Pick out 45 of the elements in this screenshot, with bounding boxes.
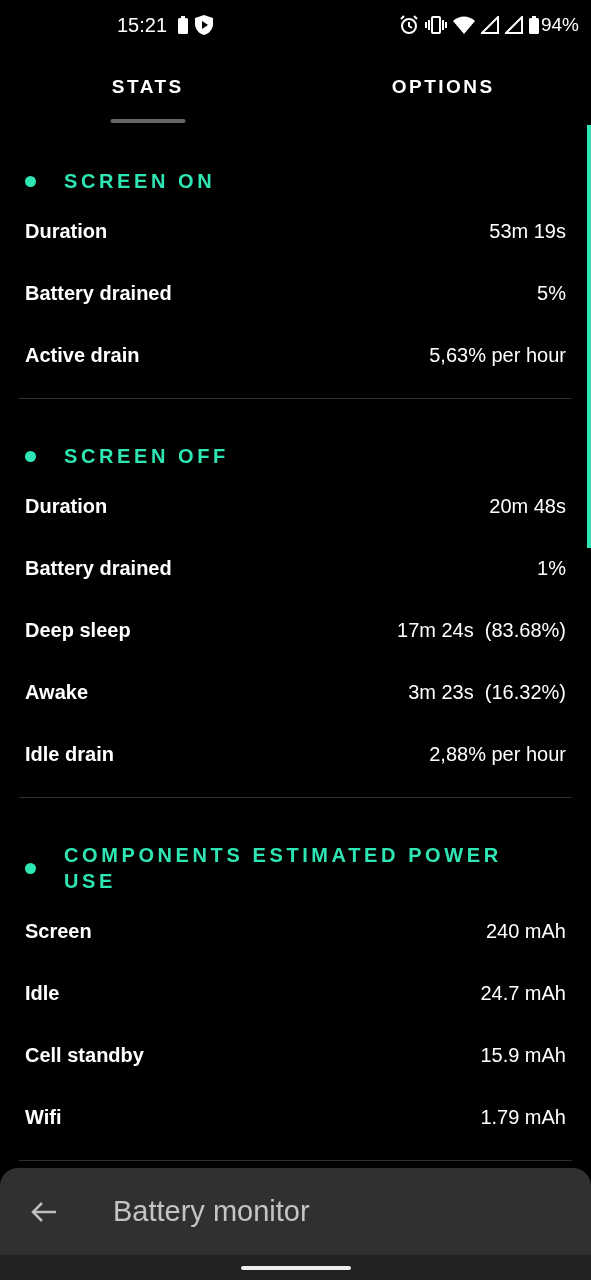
section-heading: SCREEN OFF xyxy=(64,444,229,469)
vibrate-icon xyxy=(424,16,447,34)
bullet-dot xyxy=(25,450,36,462)
back-button[interactable] xyxy=(30,1200,58,1223)
stat-value: 3m 23s (16.32%) xyxy=(408,680,566,704)
stat-label: Deep sleep xyxy=(25,618,131,642)
shield-icon xyxy=(195,15,214,35)
stat-value: 17m 24s (83.68%) xyxy=(397,618,566,642)
stat-label: Screen xyxy=(25,919,92,943)
status-time: 15:21 xyxy=(117,13,168,37)
stat-label: Active drain xyxy=(25,343,140,367)
wifi-icon xyxy=(452,16,475,34)
stat-label: Idle xyxy=(25,981,60,1005)
tab[interactable]: OPTIONS xyxy=(295,50,591,125)
stat-value: 1% xyxy=(537,556,566,580)
alarm-icon xyxy=(398,15,419,35)
stat-label: Cell standby xyxy=(25,1043,144,1067)
signal-icon xyxy=(504,16,523,34)
bullet-dot xyxy=(25,862,36,874)
stat-value: 5% xyxy=(537,281,566,305)
stat-value: 53m 19s xyxy=(489,219,566,243)
section-heading: SCREEN ON xyxy=(64,169,216,194)
section-heading: COMPONENTS ESTIMATED POWER USE xyxy=(64,843,503,894)
signal-icon xyxy=(480,16,499,34)
stat-value: 5,63% per hour xyxy=(429,343,566,367)
tab[interactable]: STATS xyxy=(0,50,296,125)
battery-icon xyxy=(528,16,539,34)
stat-label: Battery drained xyxy=(25,556,172,580)
stat-value: 240 mAh xyxy=(485,919,566,943)
battery-icon xyxy=(178,16,189,34)
home-handle[interactable] xyxy=(240,1265,351,1270)
stat-value: 2,88% per hour xyxy=(429,742,566,766)
stat-value: 1.79 mAh xyxy=(480,1105,566,1129)
stat-label: Wifi xyxy=(25,1105,62,1129)
stat-value: 24.7 mAh xyxy=(480,981,566,1005)
stat-label: Battery drained xyxy=(25,281,172,305)
bullet-dot xyxy=(25,175,36,187)
stat-value: 15.9 mAh xyxy=(480,1043,566,1067)
stat-label: Duration xyxy=(25,494,108,518)
stat-label: Awake xyxy=(25,680,88,704)
stat-label: Idle drain xyxy=(25,742,114,766)
stat-value: 20m 48s xyxy=(489,494,566,518)
app-title: Battery monitor xyxy=(113,1195,310,1228)
stat-label: Duration xyxy=(25,219,108,243)
battery-percentage: 94% xyxy=(540,14,579,36)
